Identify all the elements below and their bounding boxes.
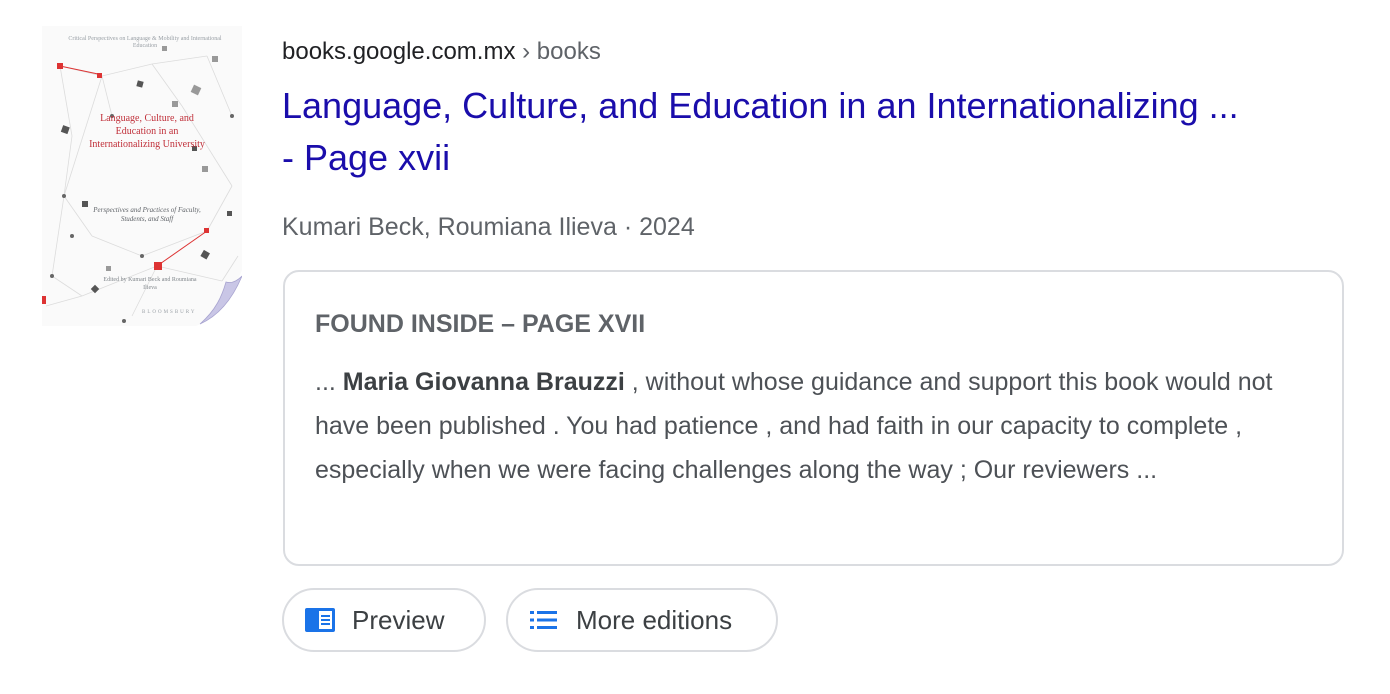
cover-series-text: Critical Perspectives on Language & Mobi… xyxy=(68,36,222,49)
cover-subtitle-text: Perspectives and Practices of Faculty, S… xyxy=(93,206,201,223)
more-editions-button[interactable]: More editions xyxy=(506,588,778,652)
breadcrumb-path: books xyxy=(536,38,601,65)
result-title-link[interactable]: Language, Culture, and Education in an I… xyxy=(282,80,1362,184)
snippet-prefix: ... xyxy=(315,368,336,396)
page-curl-icon xyxy=(196,270,242,326)
list-icon xyxy=(526,602,562,638)
preview-label: Preview xyxy=(352,604,445,635)
book-meta: Kumari Beck, Roumiana Ilieva · 2024 xyxy=(282,210,695,244)
more-editions-label: More editions xyxy=(576,604,733,635)
book-authors: Kumari Beck, Roumiana Ilieva xyxy=(282,213,617,241)
breadcrumb[interactable]: books.google.com.mx › books xyxy=(282,36,601,68)
book-search-result: Critical Perspectives on Language & Mobi… xyxy=(0,0,1390,694)
preview-button[interactable]: Preview xyxy=(282,588,486,652)
breadcrumb-domain: books.google.com.mx xyxy=(282,38,516,65)
result-title-line2: - Page xvii xyxy=(282,137,451,178)
cover-title-text: Language, Culture, and Education in an I… xyxy=(89,113,205,150)
snippet-heading: FOUND INSIDE – PAGE XVII xyxy=(315,310,646,338)
snippet-highlight: Maria Giovanna Brauzzi xyxy=(342,368,625,396)
cover-publisher-text: BLOOMSBURY xyxy=(142,310,197,315)
book-year: 2024 xyxy=(639,213,695,241)
book-preview-icon xyxy=(302,602,338,638)
found-inside-snippet: FOUND INSIDE – PAGE XVII ... Maria Giova… xyxy=(283,270,1344,566)
result-title-line1: Language, Culture, and Education in an I… xyxy=(282,85,1239,126)
snippet-text: ... Maria Giovanna Brauzzi , without who… xyxy=(315,360,1325,492)
book-cover-thumbnail[interactable]: Critical Perspectives on Language & Mobi… xyxy=(42,26,242,326)
cover-editors-text: Edited by Kumari Beck and Roumiana Iliev… xyxy=(103,277,197,291)
breadcrumb-separator: › xyxy=(522,38,531,65)
meta-separator: · xyxy=(623,213,633,241)
